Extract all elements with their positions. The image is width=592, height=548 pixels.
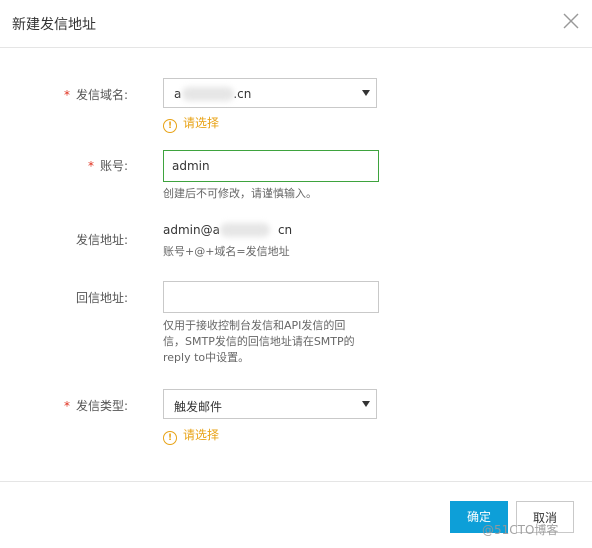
type-warning-text: 请选择 — [183, 428, 220, 442]
type-label: * 发信类型: — [8, 397, 128, 414]
account-hint: 创建后不可修改，请谨慎输入。 — [163, 187, 317, 200]
redacted-blur — [182, 87, 234, 101]
warning-icon: ! — [163, 431, 177, 445]
address-hint: 账号+@+域名=发信地址 — [163, 245, 290, 258]
domain-warning: ! 请选择 — [163, 114, 219, 133]
chevron-down-icon — [362, 90, 370, 96]
watermark: @51CTO博客 — [482, 523, 559, 537]
dialog-title: 新建发信地址 — [12, 17, 96, 33]
account-label-text: 账号: — [99, 159, 128, 173]
address-suffix: cn — [277, 223, 293, 237]
reply-hint-line: reply to中设置。 — [163, 351, 250, 364]
domain-warning-text: 请选择 — [183, 116, 220, 130]
dialog-header: 新建发信地址 — [0, 0, 592, 48]
type-select[interactable]: 触发邮件 — [163, 389, 377, 419]
reply-hint: 仅用于接收控制台发信和API发信的回 信，SMTP发信的回信地址请在SMTP的 … — [163, 318, 355, 366]
reply-label: 回信地址: — [75, 291, 128, 305]
domain-label-text: 发信域名: — [75, 88, 128, 102]
domain-prefix: a — [174, 87, 182, 101]
reply-hint-line: 仅用于接收控制台发信和API发信的回 — [163, 319, 346, 332]
type-select-value: 触发邮件 — [174, 400, 223, 414]
close-icon[interactable] — [561, 11, 581, 31]
new-sender-address-dialog: 新建发信地址 * 发信域名: a .cn ! 请选择 * 账号: 创建后不可修改，请谨慎… — [0, 0, 592, 548]
reply-hint-line: 信，SMTP发信的回信地址请在SMTP的 — [163, 335, 355, 348]
warning-icon: ! — [163, 119, 177, 133]
domain-suffix: .cn — [233, 87, 252, 101]
address-label: 发信地址: — [75, 233, 128, 247]
type-label-text: 发信类型: — [75, 399, 128, 413]
account-label: * 账号: — [8, 157, 128, 174]
domain-select[interactable]: a .cn — [163, 78, 377, 108]
reply-address-input[interactable] — [163, 281, 379, 313]
address-prefix: admin@a — [163, 223, 220, 237]
required-mark: * — [63, 399, 70, 413]
required-mark: * — [87, 159, 94, 173]
footer-divider — [0, 481, 592, 482]
chevron-down-icon — [362, 401, 370, 407]
required-mark: * — [63, 88, 70, 102]
type-warning: ! 请选择 — [163, 426, 219, 445]
account-input[interactable] — [163, 150, 379, 182]
domain-label: * 发信域名: — [8, 86, 128, 103]
redacted-blur — [220, 223, 270, 237]
